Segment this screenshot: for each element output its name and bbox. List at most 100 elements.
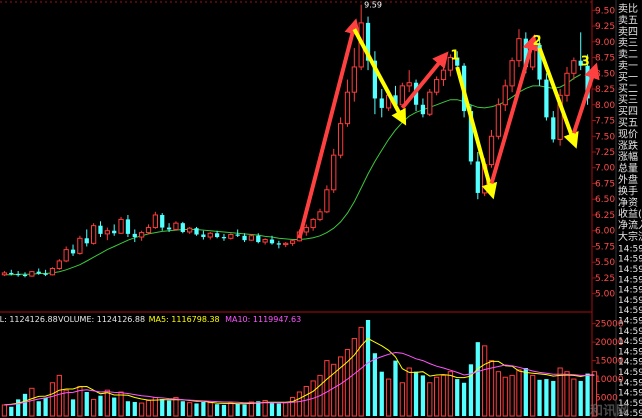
candle-body <box>187 227 193 233</box>
candle <box>475 152 480 200</box>
candle <box>544 73 549 121</box>
volume-bar <box>98 395 103 416</box>
candle-body <box>36 271 41 274</box>
volume-bar <box>1 404 8 417</box>
order-book-label: 净流入 <box>618 219 642 232</box>
price-tick-label: 6.00 <box>595 227 615 237</box>
candle-body <box>331 154 337 191</box>
volume-bar <box>509 374 515 417</box>
volume-bar <box>358 326 364 417</box>
price-tick-label: 7.75 <box>595 117 615 127</box>
candle <box>84 229 89 247</box>
volume-bar <box>221 404 227 416</box>
wave-number-label: 2 <box>533 34 542 49</box>
price-tick-label: 9.00 <box>595 38 615 48</box>
candle-body <box>310 218 316 229</box>
candle <box>344 79 351 127</box>
volume-bar <box>276 403 281 416</box>
volume-bar <box>379 371 384 416</box>
price-tick-label: 8.25 <box>595 85 615 95</box>
candle-body <box>180 223 185 232</box>
candle <box>70 244 76 256</box>
volume-bar <box>70 399 76 416</box>
trend-arrows-layer: 1 2 3 <box>297 18 600 239</box>
candle-body <box>337 123 344 156</box>
volume-bar <box>440 374 447 417</box>
volume-bar <box>29 387 35 417</box>
candle-body <box>152 214 158 229</box>
wave-number-label: 1 <box>450 48 459 63</box>
candle <box>262 238 268 245</box>
vol-legend-item: VOLUME: 1124126.88 <box>58 315 145 324</box>
candle-body <box>317 211 323 220</box>
volume-bar <box>214 404 220 416</box>
candle-body <box>98 225 103 234</box>
price-tick-label: 6.75 <box>595 179 615 189</box>
price-tick-label: 9.50 <box>595 6 615 16</box>
vol-legend-item: MA5: 1116798.38 <box>149 315 220 324</box>
candle-body <box>242 235 247 241</box>
candle <box>187 226 193 234</box>
volume-bar <box>207 402 213 417</box>
order-book-label: 外盘 <box>618 173 638 186</box>
candle <box>180 221 185 234</box>
candle <box>221 233 227 241</box>
candle-body <box>201 234 206 238</box>
volume-bar <box>180 401 185 416</box>
candle-body <box>571 60 577 74</box>
candle-body <box>1 272 8 276</box>
price-tick-label: 6.25 <box>595 211 615 221</box>
candle <box>310 218 316 231</box>
candle-body <box>90 225 97 244</box>
volume-bar <box>523 368 528 416</box>
candle-body <box>43 273 48 275</box>
volume-bar <box>324 360 330 417</box>
watermark-logo: 和讯网 <box>590 403 629 418</box>
candle <box>283 242 289 248</box>
candle <box>1 271 8 277</box>
price-tick-label: 8.00 <box>595 101 615 111</box>
candle <box>22 272 28 278</box>
candle <box>98 221 103 238</box>
candle-body <box>221 237 227 239</box>
candle <box>303 224 309 236</box>
candle-body <box>427 91 433 115</box>
volume-bar <box>475 342 480 416</box>
order-book-label: 卖二 <box>618 49 638 61</box>
candle <box>56 259 62 270</box>
volume-bar <box>296 391 303 417</box>
volume-bar <box>36 401 41 416</box>
candle <box>201 230 206 240</box>
volume-bar <box>63 389 69 417</box>
order-book-label: 涨幅 <box>618 150 638 163</box>
price-tick-label: 7.25 <box>595 148 615 158</box>
candle-body <box>63 249 69 262</box>
order-book-label: 卖比 <box>618 3 638 15</box>
volume-bar <box>166 400 172 416</box>
candle-body <box>112 230 117 234</box>
candle-body <box>160 214 165 228</box>
candle-body <box>228 234 234 239</box>
candle-body <box>9 272 14 275</box>
order-book-label: 现价 <box>618 128 638 140</box>
candle-body <box>283 242 289 246</box>
trade-time-label: 14:59 <box>618 337 642 347</box>
candle <box>173 221 179 231</box>
price-tick-label: 7.00 <box>595 164 615 174</box>
candle-body <box>509 60 515 87</box>
candle <box>440 60 447 86</box>
candle <box>228 233 234 240</box>
volume-bar <box>56 374 62 417</box>
candle <box>104 227 110 241</box>
candle <box>248 234 255 241</box>
candle <box>488 129 495 168</box>
candle-body <box>16 274 21 276</box>
candle-body <box>248 235 255 241</box>
candle-body <box>276 243 281 245</box>
candle <box>112 224 117 236</box>
candle <box>509 57 515 93</box>
candle-body <box>56 260 62 270</box>
candle-body <box>564 72 570 96</box>
volume-bar <box>248 401 255 417</box>
volume-bar <box>393 360 398 416</box>
